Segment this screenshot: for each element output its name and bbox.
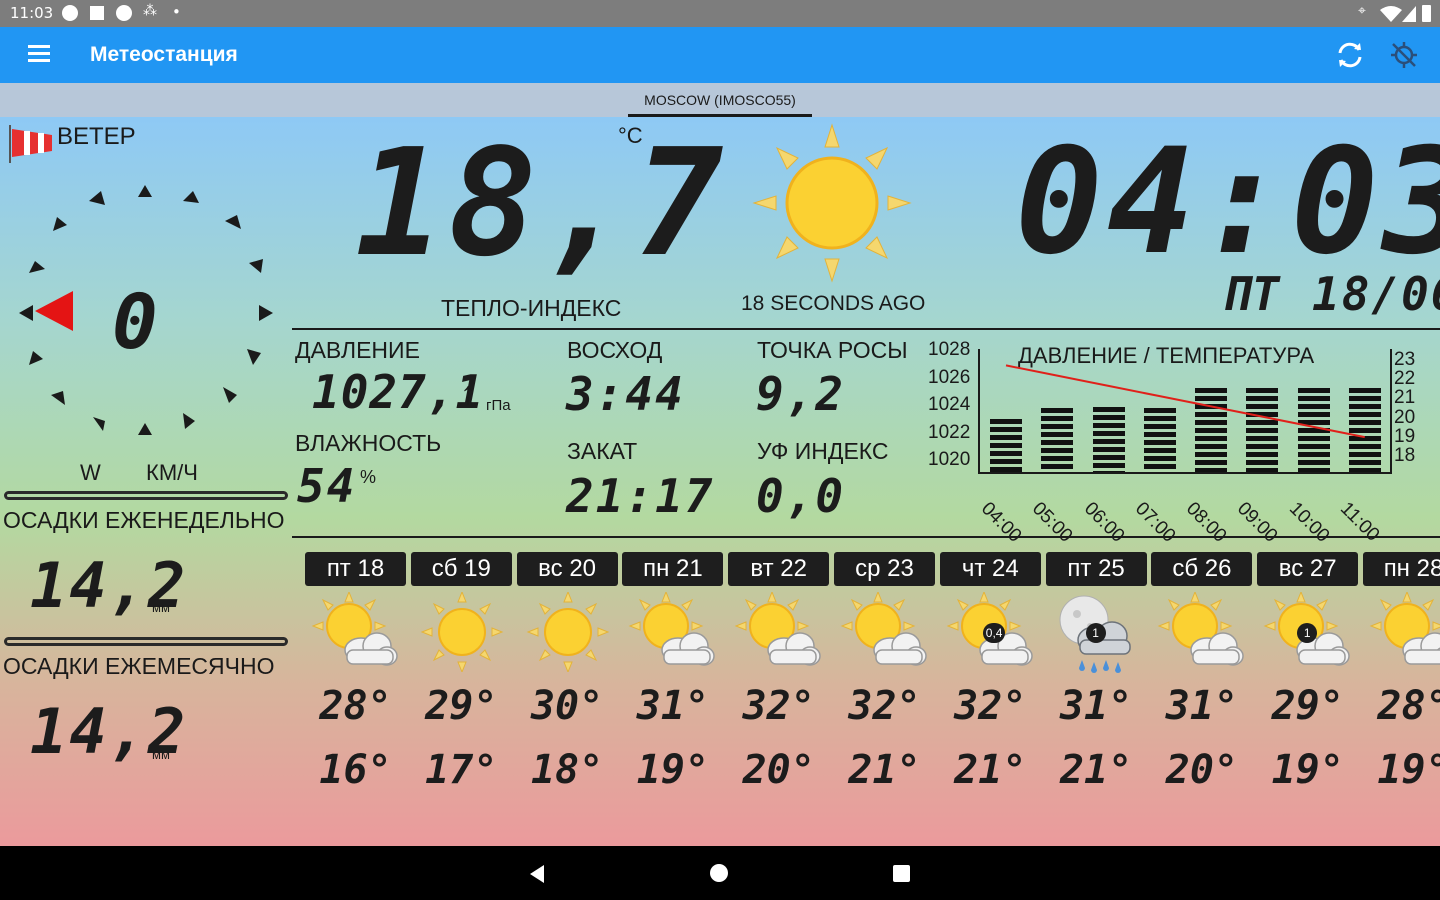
location-icon: ⌖ xyxy=(1358,3,1366,19)
partly-cloudy-icon xyxy=(1157,590,1247,676)
forecast-day-header[interactable]: сб 19 xyxy=(410,552,512,586)
forecast-high-temp: 32° xyxy=(954,683,1027,729)
forecast-high-temp: 28° xyxy=(319,683,392,729)
forecast-low-temp: 21° xyxy=(1059,747,1133,793)
forecast-low-temp: 19° xyxy=(636,747,710,793)
menu-button[interactable] xyxy=(28,43,52,65)
forecast-high-temp: 29° xyxy=(425,683,498,729)
notification-icon xyxy=(62,5,78,21)
refresh-icon xyxy=(1338,42,1362,68)
weather-dashboard: ВЕТЕР 0 W КМ/Ч ОСАДКИ ЕЖЕНЕДЕЛЬНО 14,2 м… xyxy=(0,117,1440,846)
status-time: 11:03 xyxy=(10,4,54,22)
back-icon xyxy=(530,865,544,883)
app-bar: Метеостанция xyxy=(0,27,1440,83)
forecast-low-temp: 16° xyxy=(319,747,392,793)
more-notifications-icon: • xyxy=(172,3,181,21)
forecast-high-temp: 29° xyxy=(1271,683,1344,729)
forecast-low-temp: 21° xyxy=(954,747,1027,793)
precipitation-badge: 1 xyxy=(1085,623,1106,643)
forecast-day-header[interactable]: ср 23 xyxy=(834,552,935,586)
play-notification-icon xyxy=(116,5,132,21)
partly-cloudy-icon xyxy=(1369,590,1440,676)
refresh-button[interactable] xyxy=(1336,41,1364,69)
partly-cloudy-icon xyxy=(840,590,930,676)
forecast-low-temp: 19° xyxy=(1271,747,1344,793)
forecast-day-header[interactable]: чт 24 xyxy=(939,552,1041,586)
forecast-high-temp: 31° xyxy=(1165,683,1239,729)
precipitation-badge: 0,4 xyxy=(982,623,1006,643)
forecast-low-temp: 19° xyxy=(1377,747,1440,793)
battery-icon xyxy=(1422,5,1431,22)
navigation-bar xyxy=(0,846,1440,900)
location-off-button[interactable] xyxy=(1390,41,1418,69)
status-bar: 11:03 ⁂ • ⌖ xyxy=(0,0,1440,27)
sun-icon xyxy=(523,590,613,676)
forecast-day-header[interactable]: вт 22 xyxy=(728,552,830,586)
wifi-icon xyxy=(1380,6,1402,22)
partly-cloudy-icon xyxy=(734,590,824,676)
forecast-low-temp: 18° xyxy=(530,747,604,793)
partly-cloudy-icon xyxy=(628,590,718,676)
forecast-high-temp: 30° xyxy=(530,683,604,729)
app-notification-icon xyxy=(90,6,104,20)
forecast-low-temp: 20° xyxy=(742,747,815,793)
sun-icon xyxy=(417,590,507,676)
forecast-high-temp: 32° xyxy=(848,683,921,729)
forecast-low-temp: 17° xyxy=(425,747,498,793)
forecast-day-header[interactable]: пт 18 xyxy=(305,552,406,586)
signal-icon xyxy=(1402,6,1416,22)
forecast-high-temp: 28° xyxy=(1377,683,1440,729)
forecast-day-header[interactable]: вс 20 xyxy=(516,552,618,586)
forecast-high-temp: 31° xyxy=(636,683,710,729)
gps-off-icon xyxy=(1391,42,1417,68)
back-button[interactable] xyxy=(526,863,548,885)
forecast-high-temp: 32° xyxy=(742,683,815,729)
forecast-day-header[interactable]: пт 25 xyxy=(1045,552,1147,586)
forecast-day-header[interactable]: вс 27 xyxy=(1257,552,1359,586)
forecast-day-header[interactable]: пн 21 xyxy=(622,552,724,586)
station-bar: MOSCOW (IMOSCO55) xyxy=(0,83,1440,117)
forecast-high-temp: 31° xyxy=(1059,683,1133,729)
home-button[interactable] xyxy=(710,864,728,882)
app-title: Метеостанция xyxy=(90,43,238,66)
forecast-low-temp: 20° xyxy=(1165,747,1239,793)
station-tab[interactable]: MOSCOW (IMOSCO55) xyxy=(628,83,812,117)
forecast-low-temp: 21° xyxy=(848,747,921,793)
recents-button[interactable] xyxy=(893,865,910,882)
forecast-strip: пт 18 28° 16° сб 19 29° 17° вс 20 30° 18° пн 21 31… xyxy=(0,117,1440,846)
partly-cloudy-icon xyxy=(311,590,401,676)
hamburger-icon xyxy=(28,45,50,62)
forecast-day-header[interactable]: сб 26 xyxy=(1151,552,1253,586)
forecast-day-header[interactable]: пн 28 xyxy=(1363,552,1440,586)
dots-notification-icon: ⁂ xyxy=(143,3,157,19)
